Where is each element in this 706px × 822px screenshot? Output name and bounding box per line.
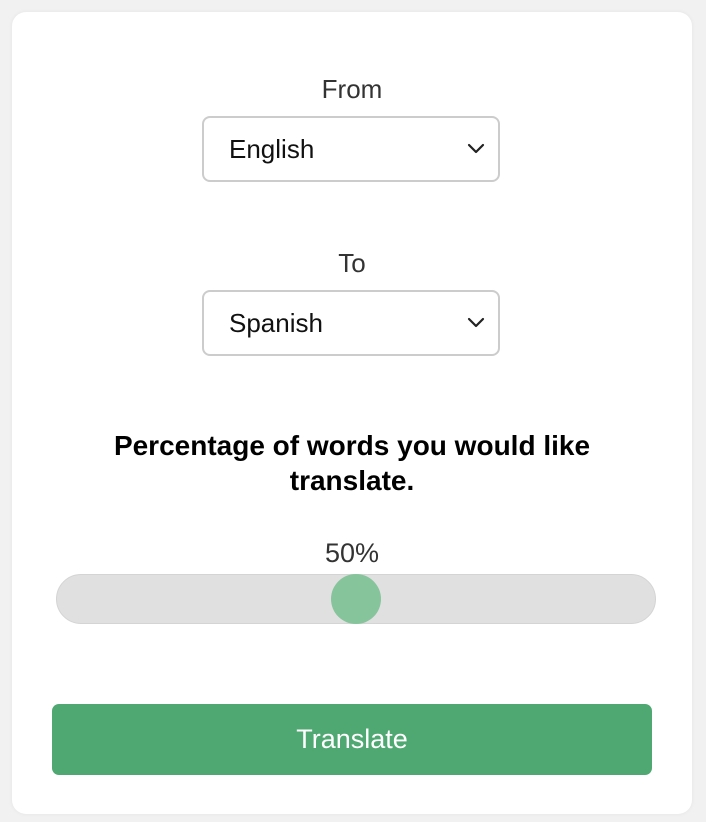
chevron-down-icon xyxy=(466,313,486,333)
from-language-select[interactable]: English xyxy=(202,116,500,182)
chevron-down-icon xyxy=(466,139,486,159)
translate-button[interactable]: Translate xyxy=(52,704,652,775)
percentage-value: 50% xyxy=(324,538,380,568)
from-selected-value: English xyxy=(229,133,315,164)
percentage-heading: Percentage of words you would like trans… xyxy=(113,430,591,496)
to-language-select[interactable]: Spanish xyxy=(202,290,500,356)
percentage-slider[interactable] xyxy=(56,574,656,624)
translator-card: From English To Spanish Percentage of wo… xyxy=(12,12,692,814)
to-label: To xyxy=(338,248,366,278)
slider-thumb[interactable] xyxy=(331,574,381,624)
to-selected-value: Spanish xyxy=(229,307,323,338)
from-label: From xyxy=(321,74,383,104)
